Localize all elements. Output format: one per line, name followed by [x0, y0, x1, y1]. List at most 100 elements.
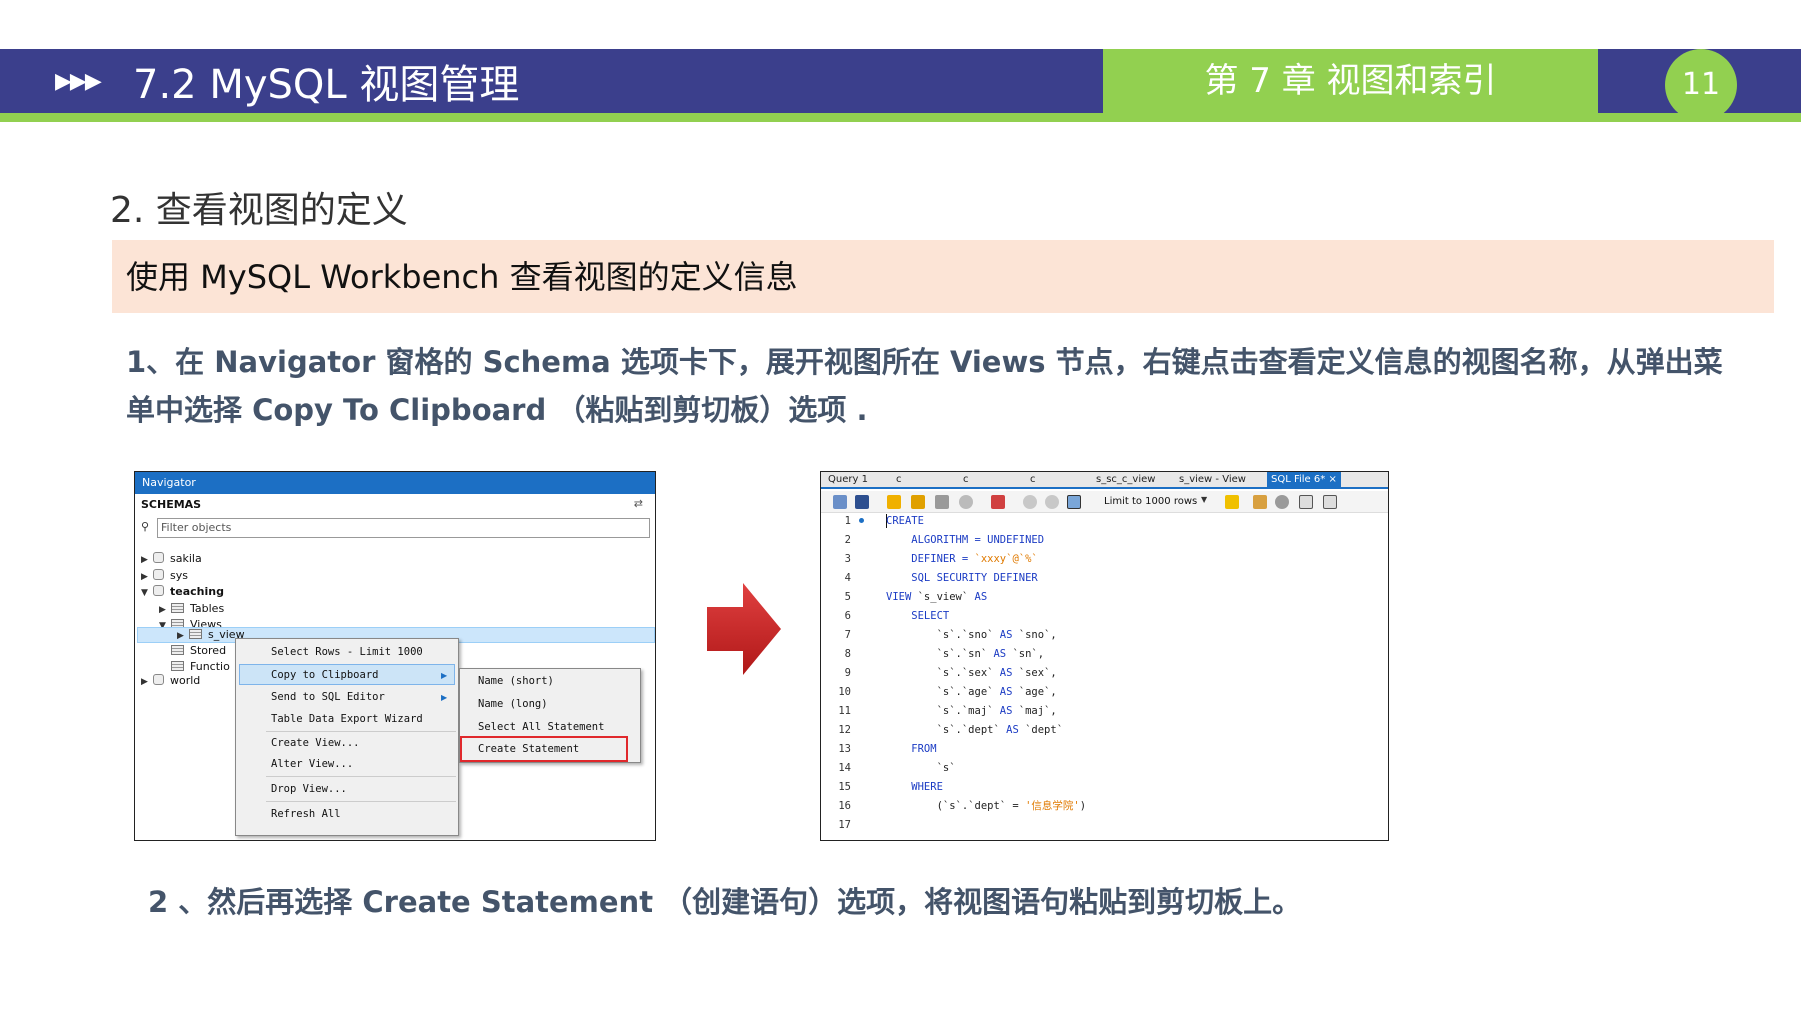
- menu-separator: [266, 801, 456, 802]
- code-line: ALGORITHM = UNDEFINED: [886, 534, 1045, 546]
- tab-sql-file-6[interactable]: SQL File 6* ×: [1267, 472, 1341, 487]
- menu-item-select-rows[interactable]: Select Rows - Limit 1000: [271, 645, 423, 659]
- schemas-label: SCHEMAS: [141, 498, 202, 511]
- banner-text: 使用 MySQL Workbench 查看视图的定义信息: [126, 258, 798, 296]
- tree-item-tables[interactable]: ▶ Tables: [159, 602, 224, 617]
- menu-separator: [266, 776, 456, 777]
- tree-item-world[interactable]: ▶ world: [141, 674, 200, 689]
- code-line: (`s`.`dept` = '信息学院'): [886, 800, 1087, 812]
- find-icon[interactable]: [1275, 495, 1289, 509]
- copy-submenu: Name (short) Name (long) Select All Stat…: [459, 668, 641, 763]
- line-number: 2: [844, 534, 851, 546]
- tree-item-sys[interactable]: ▶ sys: [141, 569, 188, 584]
- code-line: `s`.`sn` AS `sn`,: [886, 648, 1045, 660]
- code-line: `s`.`maj` AS `maj`,: [886, 705, 1057, 717]
- stop-icon[interactable]: [959, 495, 973, 509]
- tab-c[interactable]: c: [896, 472, 902, 487]
- code-line: `s`.`sno` AS `sno`,: [886, 629, 1057, 641]
- chapter-label: 第 7 章 视图和索引: [1204, 61, 1497, 101]
- commit-icon[interactable]: [1023, 495, 1037, 509]
- sql-editor-screenshot: Query 1 c c c s_sc_c_view s_view - View …: [820, 471, 1389, 841]
- code-line: `s`.`sex` AS `sex`,: [886, 667, 1057, 679]
- tree-label: sys: [170, 569, 188, 582]
- line-number: 10: [838, 686, 851, 698]
- submenu-item-name-short[interactable]: Name (short): [478, 674, 554, 688]
- line-number: 14: [838, 762, 851, 774]
- line-number: 16: [838, 800, 851, 812]
- table-folder-icon: [171, 603, 184, 613]
- close-icon[interactable]: ×: [1328, 474, 1336, 485]
- menu-separator: [266, 731, 456, 732]
- execute-icon[interactable]: [887, 495, 901, 509]
- tree-label: sakila: [170, 552, 202, 565]
- code-line: `s`: [886, 762, 956, 774]
- autocommit-icon[interactable]: [1067, 495, 1081, 509]
- expand-icon[interactable]: ▶: [141, 675, 153, 689]
- tree-item-functions[interactable]: Functio: [171, 660, 230, 674]
- line-number: 7: [844, 629, 851, 641]
- menu-item-refresh-all[interactable]: Refresh All: [271, 807, 341, 821]
- filter-input[interactable]: Filter objects: [157, 518, 650, 538]
- code-line: SQL SECURITY DEFINER: [886, 572, 1038, 584]
- tab-s-sc-c-view[interactable]: s_sc_c_view: [1096, 472, 1155, 487]
- breakpoint-dot-icon: [859, 518, 864, 523]
- view-icon: [189, 629, 202, 639]
- editor-toolbar: Limit to 1000 rows ▼: [821, 491, 1388, 513]
- expand-icon[interactable]: ▶: [141, 553, 153, 567]
- database-icon: [153, 585, 164, 596]
- limit-rows-select[interactable]: Limit to 1000 rows: [1104, 495, 1197, 509]
- submenu-item-name-long[interactable]: Name (long): [478, 697, 548, 711]
- menu-item-send-to-sql-editor[interactable]: Send to SQL Editor: [271, 690, 385, 704]
- beautify-icon[interactable]: [1225, 495, 1239, 509]
- code-line: `s`.`dept` AS `dept`: [886, 724, 1064, 736]
- submenu-item-select-all[interactable]: Select All Statement: [478, 720, 604, 734]
- step-one-text: 1、在 Navigator 窗格的 Schema 选项卡下，展开视图所在 Vie…: [126, 345, 1723, 427]
- line-number: 5: [844, 591, 851, 603]
- execute-current-icon[interactable]: [911, 495, 925, 509]
- menu-item-table-data-export[interactable]: Table Data Export Wizard: [271, 712, 423, 726]
- chevron-down-icon[interactable]: ▼: [1201, 495, 1207, 504]
- section-heading: 2. 查看视图的定义: [110, 190, 408, 231]
- search-icon: ⚲: [141, 520, 150, 533]
- code-line: SELECT: [886, 610, 950, 622]
- tree-item-sakila[interactable]: ▶ sakila: [141, 552, 202, 567]
- expand-icon[interactable]: ▶: [159, 603, 171, 617]
- tree-item-stored[interactable]: Stored: [171, 644, 226, 658]
- line-number: 4: [844, 572, 851, 584]
- tab-s-view[interactable]: s_view - View: [1179, 472, 1246, 487]
- menu-item-alter-view[interactable]: Alter View...: [271, 757, 353, 771]
- code-line: DEFINER = `xxxy`@`%`: [886, 553, 1038, 565]
- menu-item-copy-to-clipboard[interactable]: Copy to Clipboard: [271, 668, 378, 682]
- navigator-title: Navigator: [135, 472, 655, 494]
- database-icon: [153, 674, 164, 685]
- tab-c[interactable]: c: [963, 472, 969, 487]
- tab-c[interactable]: c: [1030, 472, 1036, 487]
- header-arrows-icon: ▶▶▶: [55, 69, 102, 94]
- code-line: `s`.`age` AS `age`,: [886, 686, 1057, 698]
- submenu-item-create-statement[interactable]: Create Statement: [478, 742, 579, 756]
- line-number: 12: [838, 724, 851, 736]
- refresh-icon[interactable]: ⇄: [634, 497, 643, 510]
- line-number: 13: [838, 743, 851, 755]
- open-folder-icon[interactable]: [833, 495, 847, 509]
- format-icon[interactable]: [1253, 495, 1267, 509]
- rollback-icon[interactable]: [1045, 495, 1059, 509]
- menu-item-create-view[interactable]: Create View...: [271, 736, 360, 750]
- procedure-folder-icon: [171, 645, 184, 655]
- right-arrow-icon: [707, 583, 781, 675]
- menu-item-drop-view[interactable]: Drop View...: [271, 782, 347, 796]
- page-number: 11: [1665, 49, 1737, 121]
- expand-icon[interactable]: ▶: [177, 629, 189, 643]
- wrap-lines-icon[interactable]: [1323, 495, 1337, 509]
- invisible-chars-icon[interactable]: [1299, 495, 1313, 509]
- tree-label: Tables: [190, 602, 225, 615]
- collapse-icon[interactable]: ▼: [141, 586, 153, 600]
- code-line: WHERE: [886, 781, 943, 793]
- toggle-continue-icon[interactable]: [991, 495, 1005, 509]
- save-icon[interactable]: [855, 495, 869, 509]
- explain-icon[interactable]: [935, 495, 949, 509]
- submenu-arrow-icon: ▶: [441, 671, 448, 680]
- tab-query-1[interactable]: Query 1: [828, 472, 868, 487]
- tree-item-teaching[interactable]: ▼ teaching: [141, 585, 224, 600]
- expand-icon[interactable]: ▶: [141, 570, 153, 584]
